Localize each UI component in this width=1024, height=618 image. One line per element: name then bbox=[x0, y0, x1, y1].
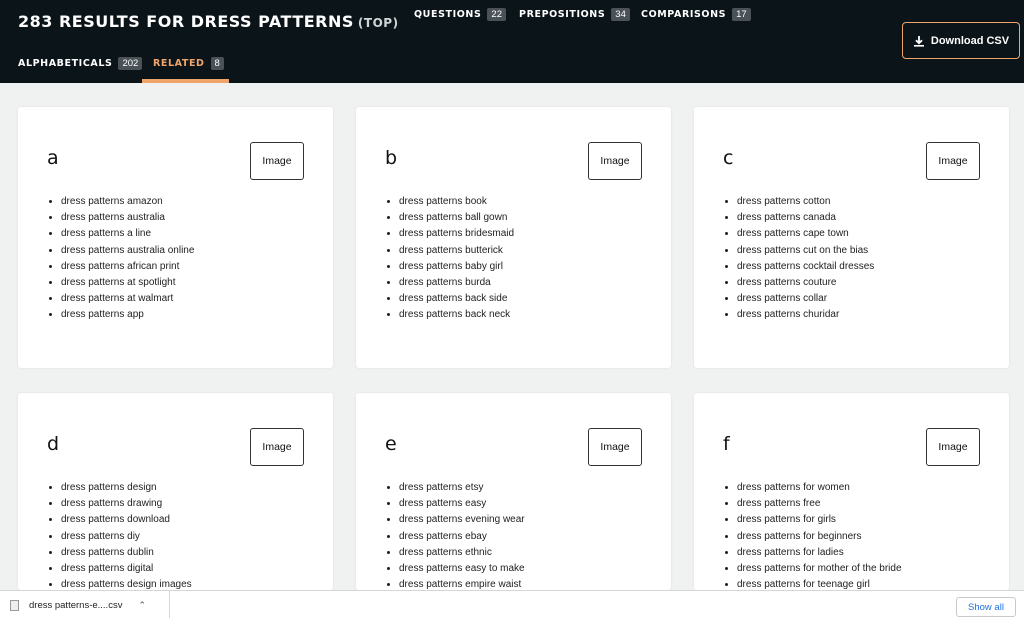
tab-alphabeticals-label: ALPHABETICALS bbox=[18, 58, 113, 69]
page-title-text: 283 RESULTS FOR DRESS PATTERNS bbox=[18, 12, 354, 31]
tab-questions-label: QUESTIONS bbox=[414, 9, 482, 20]
list-item[interactable]: dress patterns australia online bbox=[61, 243, 194, 259]
tab-questions[interactable]: QUESTIONS 22 bbox=[414, 8, 506, 21]
downloaded-file-item[interactable]: dress patterns-e....csv ⌃ bbox=[0, 591, 170, 618]
card-letter-d: d Image dress patterns design dress patt… bbox=[18, 393, 333, 590]
tab-prepositions-count: 34 bbox=[611, 8, 630, 21]
suggestion-list: dress patterns for women dress patterns … bbox=[737, 480, 902, 593]
list-item[interactable]: dress patterns easy to make bbox=[399, 561, 525, 577]
header-bar: 283 RESULTS FOR DRESS PATTERNS (TOP) QUES… bbox=[0, 0, 1024, 83]
card-letter: c bbox=[723, 147, 734, 169]
list-item[interactable]: dress patterns at spotlight bbox=[61, 275, 194, 291]
list-item[interactable]: dress patterns for girls bbox=[737, 512, 902, 528]
image-button[interactable]: Image bbox=[588, 142, 642, 180]
list-item[interactable]: dress patterns ball gown bbox=[399, 210, 514, 226]
list-item[interactable]: dress patterns a line bbox=[61, 226, 194, 242]
list-item[interactable]: dress patterns at walmart bbox=[61, 291, 194, 307]
show-all-button[interactable]: Show all bbox=[956, 597, 1016, 617]
card-letter: d bbox=[47, 433, 60, 455]
card-letter-a: a Image dress patterns amazon dress patt… bbox=[18, 107, 333, 368]
download-csv-label: Download CSV bbox=[930, 34, 1010, 47]
list-item[interactable]: dress patterns for mother of the bride bbox=[737, 561, 902, 577]
download-icon bbox=[913, 35, 924, 47]
list-item[interactable]: dress patterns free bbox=[737, 496, 902, 512]
suggestion-list: dress patterns etsy dress patterns easy … bbox=[399, 480, 525, 593]
list-item[interactable]: dress patterns ebay bbox=[399, 529, 525, 545]
list-item[interactable]: dress patterns collar bbox=[737, 291, 874, 307]
list-item[interactable]: dress patterns australia bbox=[61, 210, 194, 226]
list-item[interactable]: dress patterns easy bbox=[399, 496, 525, 512]
list-item[interactable]: dress patterns book bbox=[399, 194, 514, 210]
tab-comparisons-label: COMPARISONS bbox=[641, 9, 727, 20]
suggestion-list: dress patterns book dress patterns ball … bbox=[399, 194, 514, 324]
page-subtitle: (TOP) bbox=[357, 16, 399, 30]
list-item[interactable]: dress patterns for ladies bbox=[737, 545, 902, 561]
list-item[interactable]: dress patterns etsy bbox=[399, 480, 525, 496]
tab-related-label: RELATED bbox=[153, 58, 205, 69]
card-letter: e bbox=[385, 433, 397, 455]
tab-related[interactable]: RELATED 8 bbox=[153, 57, 224, 70]
suggestion-list: dress patterns amazon dress patterns aus… bbox=[61, 194, 194, 324]
tab-questions-count: 22 bbox=[487, 8, 506, 21]
image-button[interactable]: Image bbox=[926, 142, 980, 180]
download-csv-button[interactable]: Download CSV bbox=[902, 22, 1020, 59]
tab-prepositions-label: PREPOSITIONS bbox=[519, 9, 606, 20]
list-item[interactable]: dress patterns butterick bbox=[399, 243, 514, 259]
card-letter-b: b Image dress patterns book dress patter… bbox=[356, 107, 671, 368]
image-button[interactable]: Image bbox=[250, 142, 304, 180]
image-button[interactable]: Image bbox=[250, 428, 304, 466]
list-item[interactable]: dress patterns back side bbox=[399, 291, 514, 307]
suggestion-list: dress patterns cotton dress patterns can… bbox=[737, 194, 874, 324]
image-button[interactable]: Image bbox=[926, 428, 980, 466]
list-item[interactable]: dress patterns drawing bbox=[61, 496, 192, 512]
card-letter-e: e Image dress patterns etsy dress patter… bbox=[356, 393, 671, 590]
page-title: 283 RESULTS FOR DRESS PATTERNS (TOP) bbox=[18, 12, 399, 31]
list-item[interactable]: dress patterns burda bbox=[399, 275, 514, 291]
card-letter-c: c Image dress patterns cotton dress patt… bbox=[694, 107, 1009, 368]
list-item[interactable]: dress patterns bridesmaid bbox=[399, 226, 514, 242]
card-letter-f: f Image dress patterns for women dress p… bbox=[694, 393, 1009, 590]
list-item[interactable]: dress patterns diy bbox=[61, 529, 192, 545]
list-item[interactable]: dress patterns cape town bbox=[737, 226, 874, 242]
download-bar: dress patterns-e....csv ⌃ Show all bbox=[0, 590, 1024, 618]
tab-comparisons-count: 17 bbox=[732, 8, 751, 21]
list-item[interactable]: dress patterns canada bbox=[737, 210, 874, 226]
card-letter: b bbox=[385, 147, 398, 169]
list-item[interactable]: dress patterns for women bbox=[737, 480, 902, 496]
list-item[interactable]: dress patterns download bbox=[61, 512, 192, 528]
list-item[interactable]: dress patterns digital bbox=[61, 561, 192, 577]
suggestion-list: dress patterns design dress patterns dra… bbox=[61, 480, 192, 593]
card-letter: a bbox=[47, 147, 59, 169]
list-item[interactable]: dress patterns african print bbox=[61, 259, 194, 275]
tab-comparisons[interactable]: COMPARISONS 17 bbox=[641, 8, 751, 21]
card-letter: f bbox=[723, 433, 730, 455]
list-item[interactable]: dress patterns cocktail dresses bbox=[737, 259, 874, 275]
chevron-up-icon[interactable]: ⌃ bbox=[138, 600, 146, 611]
tab-prepositions[interactable]: PREPOSITIONS 34 bbox=[519, 8, 630, 21]
image-button[interactable]: Image bbox=[588, 428, 642, 466]
list-item[interactable]: dress patterns app bbox=[61, 307, 194, 323]
list-item[interactable]: dress patterns evening wear bbox=[399, 512, 525, 528]
active-tab-underline bbox=[142, 79, 229, 83]
file-icon bbox=[10, 599, 19, 611]
list-item[interactable]: dress patterns design bbox=[61, 480, 192, 496]
list-item[interactable]: dress patterns churidar bbox=[737, 307, 874, 323]
list-item[interactable]: dress patterns couture bbox=[737, 275, 874, 291]
tab-alphabeticals-count: 202 bbox=[118, 57, 143, 70]
tab-alphabeticals[interactable]: ALPHABETICALS 202 bbox=[18, 57, 143, 70]
list-item[interactable]: dress patterns amazon bbox=[61, 194, 194, 210]
tab-related-count: 8 bbox=[210, 57, 224, 70]
list-item[interactable]: dress patterns ethnic bbox=[399, 545, 525, 561]
downloaded-file-name: dress patterns-e....csv bbox=[29, 599, 123, 611]
list-item[interactable]: dress patterns cotton bbox=[737, 194, 874, 210]
list-item[interactable]: dress patterns cut on the bias bbox=[737, 243, 874, 259]
list-item[interactable]: dress patterns dublin bbox=[61, 545, 192, 561]
list-item[interactable]: dress patterns back neck bbox=[399, 307, 514, 323]
list-item[interactable]: dress patterns baby girl bbox=[399, 259, 514, 275]
list-item[interactable]: dress patterns for beginners bbox=[737, 529, 902, 545]
